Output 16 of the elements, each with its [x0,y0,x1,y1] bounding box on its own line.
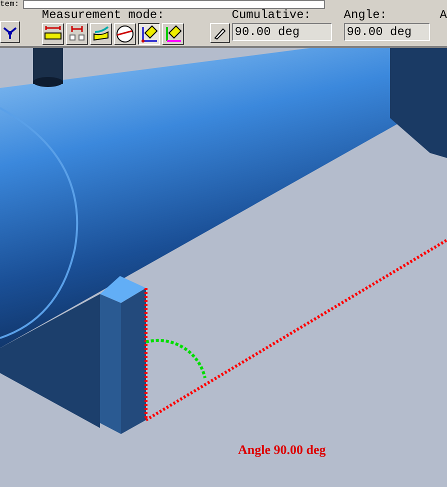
pencil-icon [212,26,227,40]
cumulative-label: Cumulative: [232,9,312,22]
edit-button[interactable] [210,23,230,43]
circle-icon [114,24,135,44]
angle-arc [146,338,206,378]
compass-button[interactable] [0,21,20,43]
item-field[interactable] [23,0,326,9]
item-label: tem: [0,0,20,9]
angle-label: Angle: [344,9,388,22]
cumulative-field: 90.00 deg [232,23,332,41]
measurement-mode-label: Measurement mode: [42,9,166,22]
next-label: A [440,9,447,22]
measurement-mode-button[interactable] [138,23,160,45]
angle-icon [138,24,159,44]
angle-field: 90.00 deg [344,23,430,41]
angle-annotation: Angle 90.00 deg [238,442,326,458]
